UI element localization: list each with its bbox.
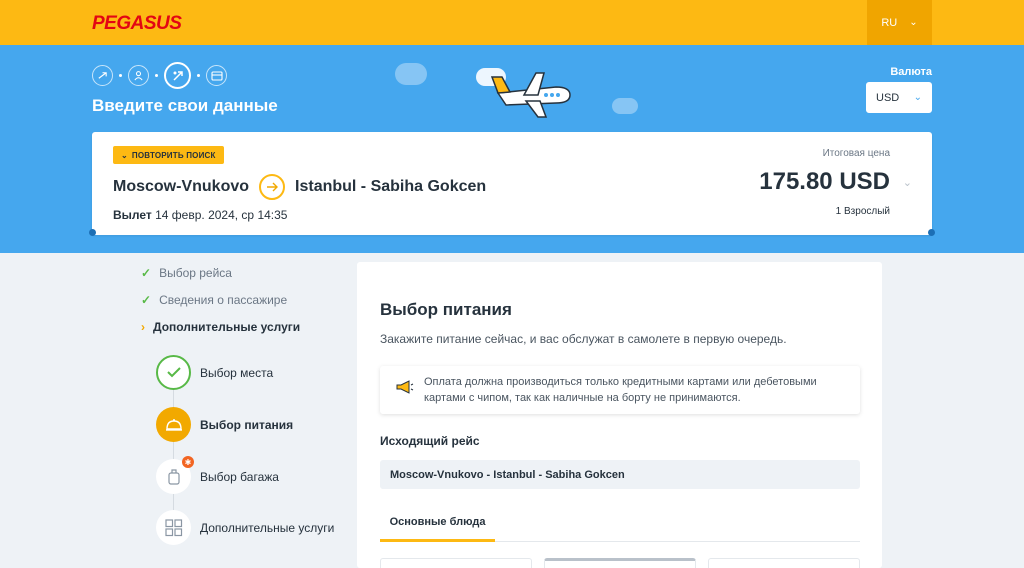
chevron-down-icon[interactable]: ⌄ (903, 176, 912, 189)
chevron-down-icon: ⌄ (909, 17, 918, 28)
check-icon: ✓ (141, 266, 152, 280)
suitcase-icon: ✱ (156, 456, 194, 494)
meal-option-card[interactable] (708, 558, 860, 568)
total-price-label: Итоговая цена (822, 148, 890, 159)
sub-step-meal-selection[interactable]: Выбор питания (156, 407, 293, 442)
sub-step-label: Дополнительные услуги (200, 520, 335, 535)
sub-step-label: Выбор питания (200, 417, 294, 432)
sidebar-item-label: Дополнительные услуги (153, 320, 301, 334)
check-icon (156, 355, 191, 390)
sub-step-extra-services[interactable]: Дополнительные услуги (156, 510, 334, 545)
flight-icon[interactable] (92, 65, 113, 86)
currency-label: Валюта (890, 66, 932, 78)
grid-icon (156, 510, 191, 545)
sidebar-item-flight-selection[interactable]: ✓ Выбор рейса (141, 266, 232, 280)
origin-city: Moscow-Vnukovo (113, 178, 250, 195)
page-title: Введите свои данные (92, 96, 278, 115)
check-icon: ✓ (141, 293, 152, 307)
steps-connector (173, 442, 174, 460)
step-separator (119, 74, 122, 77)
star-badge-icon: ✱ (182, 456, 194, 468)
progress-steps (92, 62, 227, 89)
step-separator (197, 74, 200, 77)
step-separator (155, 74, 158, 77)
tab-label: Основные блюда (389, 515, 486, 528)
card-edge-dot (928, 229, 935, 236)
steps-connector (173, 390, 174, 408)
cloud-decoration (395, 63, 427, 85)
chevron-right-icon: › (141, 320, 145, 334)
outbound-flight-selector[interactable]: Moscow-Vnukovo - Istanbul - Sabiha Gokce… (380, 460, 860, 489)
airplane-illustration (490, 72, 571, 118)
departure-value: 14 февр. 2024, ср 14:35 (155, 208, 288, 222)
payment-notice-text: Оплата должна производиться только креди… (424, 376, 817, 404)
pegasus-logo[interactable]: PEGASUS (92, 13, 182, 35)
arrow-right-icon (259, 174, 286, 200)
cloud-decoration (612, 98, 638, 114)
booking-summary-card: ⌄ ПОВТОРИТЬ ПОИСК Moscow-Vnukovo Istanbu… (92, 132, 932, 235)
sub-step-seat-selection[interactable]: Выбор места (156, 355, 273, 390)
outbound-flight-route: Moscow-Vnukovo - Istanbul - Sabiha Gokce… (390, 468, 625, 481)
sidebar-item-passenger-info[interactable]: ✓ Сведения о пассажире (141, 293, 287, 307)
sidebar-item-label: Выбор рейса (159, 266, 232, 280)
destination-city: Istanbul - Sabiha Gokcen (295, 178, 487, 195)
steps-connector (173, 493, 174, 511)
currency-value: USD (876, 91, 900, 104)
departure-info: Вылет 14 февр. 2024, ср 14:35 (113, 208, 287, 222)
meal-section-title: Выбор питания (380, 300, 512, 319)
currency-select[interactable]: USD ⌄ (866, 82, 932, 113)
cloche-icon (156, 407, 191, 442)
sidebar-item-label: Сведения о пассажире (159, 293, 288, 307)
payment-notice: Оплата должна производиться только креди… (380, 366, 860, 414)
repeat-search-button[interactable]: ⌄ ПОВТОРИТЬ ПОИСК (113, 146, 224, 164)
meal-option-card[interactable] (544, 558, 696, 568)
chevron-down-icon: ⌄ (913, 92, 922, 103)
payment-icon[interactable] (206, 65, 227, 86)
megaphone-icon (396, 380, 414, 399)
tab-main-dishes[interactable]: Основные блюда (380, 504, 495, 542)
top-bar: PEGASUS RU ⌄ (0, 0, 1024, 45)
meal-selection-card: Выбор питания Закажите питание сейчас, и… (357, 262, 882, 568)
total-price: 175.80 USD (759, 168, 890, 195)
meal-option-card[interactable] (380, 558, 532, 568)
language-selector[interactable]: RU ⌄ (867, 0, 932, 45)
meal-description: Закажите питание сейчас, и вас обслужат … (380, 332, 787, 346)
extras-icon[interactable] (164, 62, 191, 89)
sidebar-item-extra-services[interactable]: › Дополнительные услуги (141, 320, 300, 334)
passenger-count: 1 Взрослый (835, 206, 890, 217)
departure-label: Вылет (113, 208, 152, 222)
meal-category-tabs: Основные блюда (380, 504, 860, 542)
passenger-icon[interactable] (128, 65, 149, 86)
card-edge-dot (89, 229, 96, 236)
sub-step-label: Выбор багажа (200, 469, 279, 484)
language-value: RU (881, 16, 898, 29)
route: Moscow-Vnukovo Istanbul - Sabiha Gokcen (113, 174, 486, 200)
repeat-search-label: ПОВТОРИТЬ ПОИСК (131, 150, 216, 160)
outbound-flight-label: Исходящий рейс (380, 434, 480, 448)
chevron-down-icon: ⌄ (121, 150, 128, 160)
sub-step-baggage-selection[interactable]: ✱ Выбор багажа (156, 456, 279, 494)
sub-step-label: Выбор места (200, 365, 274, 380)
